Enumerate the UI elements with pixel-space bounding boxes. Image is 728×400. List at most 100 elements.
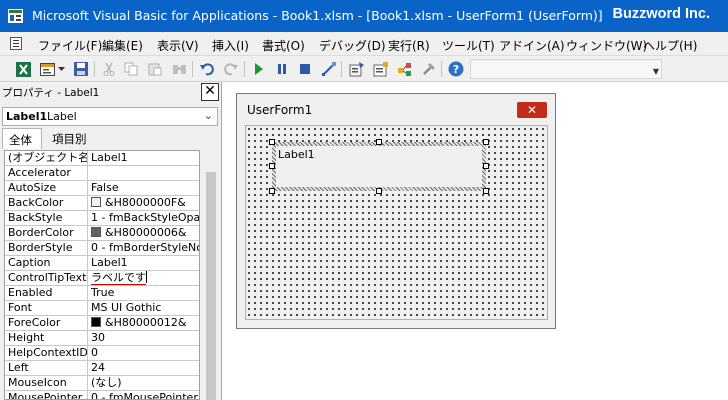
property-value-text: &H80000012& [105, 316, 187, 329]
chevron-down-icon: ⌄ [203, 109, 213, 122]
property-row[interactable]: MousePointer 0 - fmMousePointerDefault [5, 391, 199, 399]
vba-app-icon [8, 9, 23, 23]
find-icon[interactable] [170, 60, 188, 78]
property-row[interactable]: AutoSize False [5, 181, 199, 196]
tab-alphabetic[interactable]: 全体 [2, 128, 42, 149]
property-value[interactable]: 0 - fmMousePointerDefault [91, 391, 199, 399]
menu-help[interactable]: ヘルプ(H) [643, 37, 697, 54]
chevron-down-icon[interactable]: ▼ [653, 67, 659, 76]
menu-edit[interactable]: 編集(E) [102, 37, 143, 54]
property-value-input[interactable]: ラベルです [91, 271, 199, 285]
toolbar-separator [192, 61, 193, 77]
property-row[interactable]: Caption Label1 [5, 256, 199, 271]
menu-insert[interactable]: 挿入(I) [212, 37, 249, 54]
form-designer: UserForm1 ✕ Label1 [224, 82, 728, 400]
window-menu-icon[interactable] [10, 37, 22, 50]
toolbar-separator [244, 61, 245, 77]
property-row[interactable]: BackColor &H8000000F& [5, 196, 199, 211]
property-value[interactable]: 1 - fmBackStyleOpaque [91, 211, 199, 225]
property-name: Caption [5, 256, 88, 270]
resize-handle[interactable] [483, 139, 489, 145]
property-name: Accelerator [5, 166, 88, 180]
property-value[interactable]: Label1 [91, 151, 199, 165]
property-row[interactable]: Left 24 [5, 361, 199, 376]
property-row[interactable]: HelpContextID 0 [5, 346, 199, 361]
property-name: Enabled [5, 286, 88, 300]
resize-handle[interactable] [269, 163, 275, 169]
property-row[interactable]: MouseIcon (なし) [5, 376, 199, 391]
property-row[interactable]: BorderColor &H80000006& [5, 226, 199, 241]
resize-handle[interactable] [483, 163, 489, 169]
property-value[interactable]: &H80000012& [91, 316, 199, 330]
property-value[interactable]: 24 [91, 361, 199, 375]
property-name: Font [5, 301, 88, 315]
resize-handle[interactable] [269, 139, 275, 145]
cut-icon[interactable] [100, 60, 118, 78]
property-value[interactable]: &H80000006& [91, 226, 199, 240]
toolbar-separator [94, 61, 95, 77]
property-row[interactable]: BackStyle 1 - fmBackStyleOpaque [5, 211, 199, 226]
property-name: Height [5, 331, 88, 345]
property-value[interactable]: 30 [91, 331, 199, 345]
property-value[interactable]: Label1 [91, 256, 199, 270]
close-icon[interactable]: ✕ [201, 83, 219, 101]
project-explorer-icon[interactable] [348, 60, 366, 78]
menu-format[interactable]: 書式(O) [262, 37, 305, 54]
tab-categorized[interactable]: 項目別 [46, 128, 93, 149]
undo-icon[interactable] [198, 60, 216, 78]
save-icon[interactable] [72, 60, 90, 78]
userform-window[interactable]: UserForm1 ✕ Label1 [236, 93, 556, 329]
scrollbar-thumb[interactable] [206, 172, 216, 400]
property-row[interactable]: Height 30 [5, 331, 199, 346]
property-name: AutoSize [5, 181, 88, 195]
property-value[interactable]: &H8000000F& [91, 196, 199, 210]
property-value[interactable]: (なし) [91, 376, 199, 390]
resize-handle[interactable] [483, 188, 489, 194]
excel-icon[interactable] [14, 60, 32, 78]
chevron-down-icon[interactable] [56, 60, 66, 78]
redo-icon[interactable] [222, 60, 240, 78]
property-row[interactable]: Enabled True [5, 286, 199, 301]
toolbox-icon[interactable] [420, 60, 438, 78]
menu-window[interactable]: ウィンドウ(W) [566, 37, 647, 54]
properties-window: プロパティ - Label1 ✕ Label1 Label ⌄ 全体 項目別 (… [0, 82, 222, 400]
object-select[interactable]: Label1 Label ⌄ [2, 107, 218, 126]
insert-userform-icon[interactable] [38, 60, 56, 78]
property-name: BorderStyle [5, 241, 88, 255]
property-value[interactable]: True [91, 286, 199, 300]
svg-text:?: ? [453, 63, 459, 76]
property-row[interactable]: ForeColor &H80000012& [5, 316, 199, 331]
property-row[interactable]: (オブジェクト名) Label1 [5, 151, 199, 166]
close-icon[interactable]: ✕ [517, 102, 547, 118]
menu-addins[interactable]: アドイン(A) [499, 37, 565, 54]
design-mode-icon[interactable] [320, 60, 338, 78]
paste-icon[interactable] [146, 60, 164, 78]
reset-icon[interactable] [296, 60, 314, 78]
menu-run[interactable]: 実行(R) [388, 37, 430, 54]
property-row[interactable]: Font MS UI Gothic [5, 301, 199, 316]
property-row-editing[interactable]: ControlTipText ラベルです [5, 271, 199, 286]
menu-view[interactable]: 表示(V) [157, 37, 199, 54]
property-value[interactable] [91, 166, 199, 180]
property-value[interactable]: MS UI Gothic [91, 301, 199, 315]
property-row[interactable]: Accelerator [5, 166, 199, 181]
menu-tools[interactable]: ツール(T) [442, 37, 495, 54]
property-value[interactable]: 0 [91, 346, 199, 360]
menu-debug[interactable]: デバッグ(D) [319, 37, 386, 54]
property-grid: (オブジェクト名) Label1 Accelerator AutoSize Fa… [4, 150, 200, 400]
break-icon[interactable] [273, 60, 291, 78]
copy-icon[interactable] [122, 60, 140, 78]
resize-handle[interactable] [269, 188, 275, 194]
property-scrollbar[interactable] [204, 150, 218, 400]
help-icon[interactable]: ? [447, 60, 465, 78]
resize-handle[interactable] [376, 139, 382, 145]
property-value[interactable]: False [91, 181, 199, 195]
userform-canvas[interactable]: Label1 [245, 125, 548, 320]
object-browser-icon[interactable] [396, 60, 414, 78]
run-icon[interactable] [250, 60, 268, 78]
property-value[interactable]: 0 - fmBorderStyleNone [91, 241, 199, 255]
resize-handle[interactable] [376, 188, 382, 194]
menu-file[interactable]: ファイル(F) [38, 37, 102, 54]
properties-icon[interactable] [372, 60, 390, 78]
property-row[interactable]: BorderStyle 0 - fmBorderStyleNone [5, 241, 199, 256]
